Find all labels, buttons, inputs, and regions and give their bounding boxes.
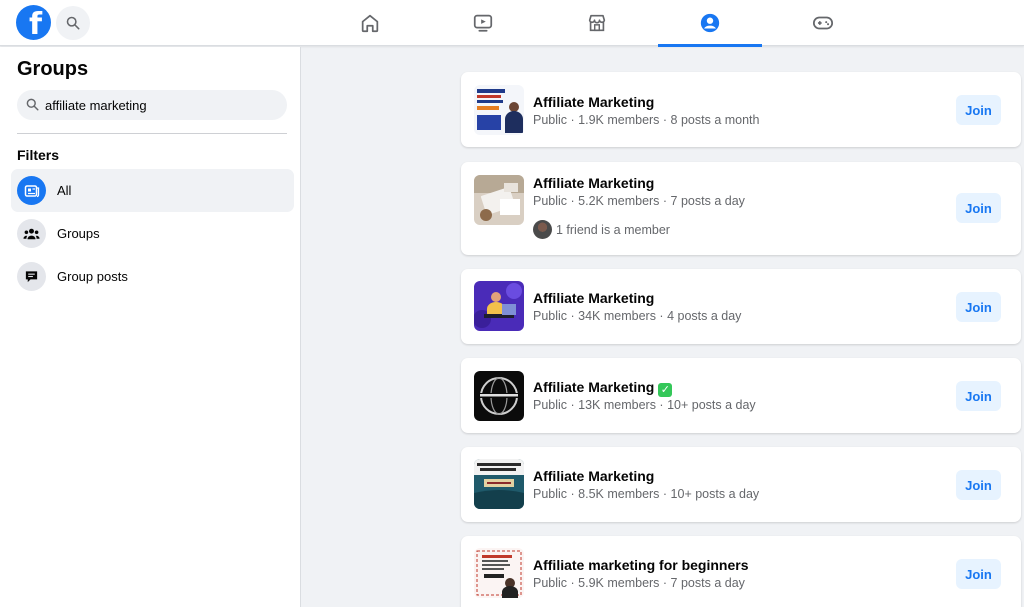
group-name[interactable]: Affiliate Marketing: [533, 94, 654, 110]
nav-tab-marketplace[interactable]: [545, 0, 649, 46]
group-result-card[interactable]: Affiliate Marketing Public · 1.9K member…: [461, 72, 1021, 147]
group-result-card[interactable]: Affiliate Marketing ✓ Public · 13K member…: [461, 358, 1021, 433]
join-button[interactable]: Join: [956, 95, 1001, 125]
shop-icon: [588, 14, 606, 32]
group-cover-image[interactable]: [474, 175, 524, 225]
friend-avatar[interactable]: [533, 220, 552, 239]
people-icon: [17, 219, 46, 248]
top-navigation-bar: f: [0, 0, 1024, 47]
group-meta: Public · 5.9K members · 7 posts a day: [533, 576, 745, 590]
gamepad-icon: [812, 16, 834, 30]
nav-tab-gaming[interactable]: [771, 0, 875, 46]
group-meta: Public · 1.9K members · 8 posts a month: [533, 113, 760, 127]
group-name[interactable]: Affiliate Marketing: [533, 175, 654, 191]
search-icon: [66, 16, 80, 30]
home-icon: [361, 14, 379, 33]
search-button[interactable]: [56, 6, 90, 40]
join-button[interactable]: Join: [956, 381, 1001, 411]
facebook-logo-icon[interactable]: f: [16, 5, 51, 40]
search-input-value[interactable]: affiliate marketing: [45, 98, 147, 113]
group-name[interactable]: Affiliate marketing for beginners: [533, 557, 748, 573]
filters-heading: Filters: [17, 147, 60, 163]
group-meta: Public · 13K members · 10+ posts a day: [533, 398, 756, 412]
group-result-card[interactable]: Affiliate Marketing Public · 8.5K member…: [461, 447, 1021, 522]
group-result-card[interactable]: Affiliate Marketing Public · 5.2K member…: [461, 162, 1021, 255]
feed-icon: [17, 176, 46, 205]
group-cover-image[interactable]: [474, 281, 524, 331]
video-play-icon: [473, 14, 493, 32]
filter-group-posts[interactable]: Group posts: [11, 255, 294, 298]
group-name[interactable]: Affiliate Marketing: [533, 290, 654, 306]
group-cover-image[interactable]: [474, 85, 524, 135]
group-cover-image[interactable]: [474, 459, 524, 509]
verified-check-icon: ✓: [658, 383, 673, 397]
group-cover-image[interactable]: [474, 548, 524, 598]
nav-tab-groups[interactable]: [658, 0, 762, 47]
group-name-text[interactable]: Affiliate Marketing: [533, 379, 654, 395]
nav-tab-home[interactable]: [318, 0, 422, 46]
join-button[interactable]: Join: [956, 193, 1001, 223]
friend-member-row: 1 friend is a member: [533, 220, 670, 239]
search-input[interactable]: affiliate marketing: [17, 90, 287, 120]
filter-label: Groups: [57, 226, 100, 241]
filter-label: Group posts: [57, 269, 128, 284]
search-icon: [26, 98, 40, 112]
user-circle-icon: [700, 13, 720, 33]
join-button[interactable]: Join: [956, 559, 1001, 589]
group-meta: Public · 34K members · 4 posts a day: [533, 309, 742, 323]
group-cover-image[interactable]: [474, 371, 524, 421]
filter-all[interactable]: All: [11, 169, 294, 212]
filter-groups[interactable]: Groups: [11, 212, 294, 255]
divider: [17, 133, 287, 134]
join-button[interactable]: Join: [956, 470, 1001, 500]
page-title: Groups: [17, 58, 89, 80]
nav-tab-watch[interactable]: [431, 0, 535, 46]
join-button[interactable]: Join: [956, 292, 1001, 322]
filter-label: All: [57, 183, 72, 198]
friend-member-text: 1 friend is a member: [556, 222, 670, 237]
group-meta: Public · 5.2K members · 7 posts a day: [533, 194, 745, 208]
comment-icon: [17, 262, 46, 291]
group-result-card[interactable]: Affiliate marketing for beginners Public…: [461, 536, 1021, 607]
group-name[interactable]: Affiliate Marketing ✓: [533, 379, 673, 397]
group-name[interactable]: Affiliate Marketing: [533, 468, 654, 484]
left-sidebar: Groups affiliate marketing Filters All G…: [0, 47, 301, 607]
group-meta: Public · 8.5K members · 10+ posts a day: [533, 487, 760, 501]
group-result-card[interactable]: Affiliate Marketing Public · 34K members…: [461, 269, 1021, 344]
